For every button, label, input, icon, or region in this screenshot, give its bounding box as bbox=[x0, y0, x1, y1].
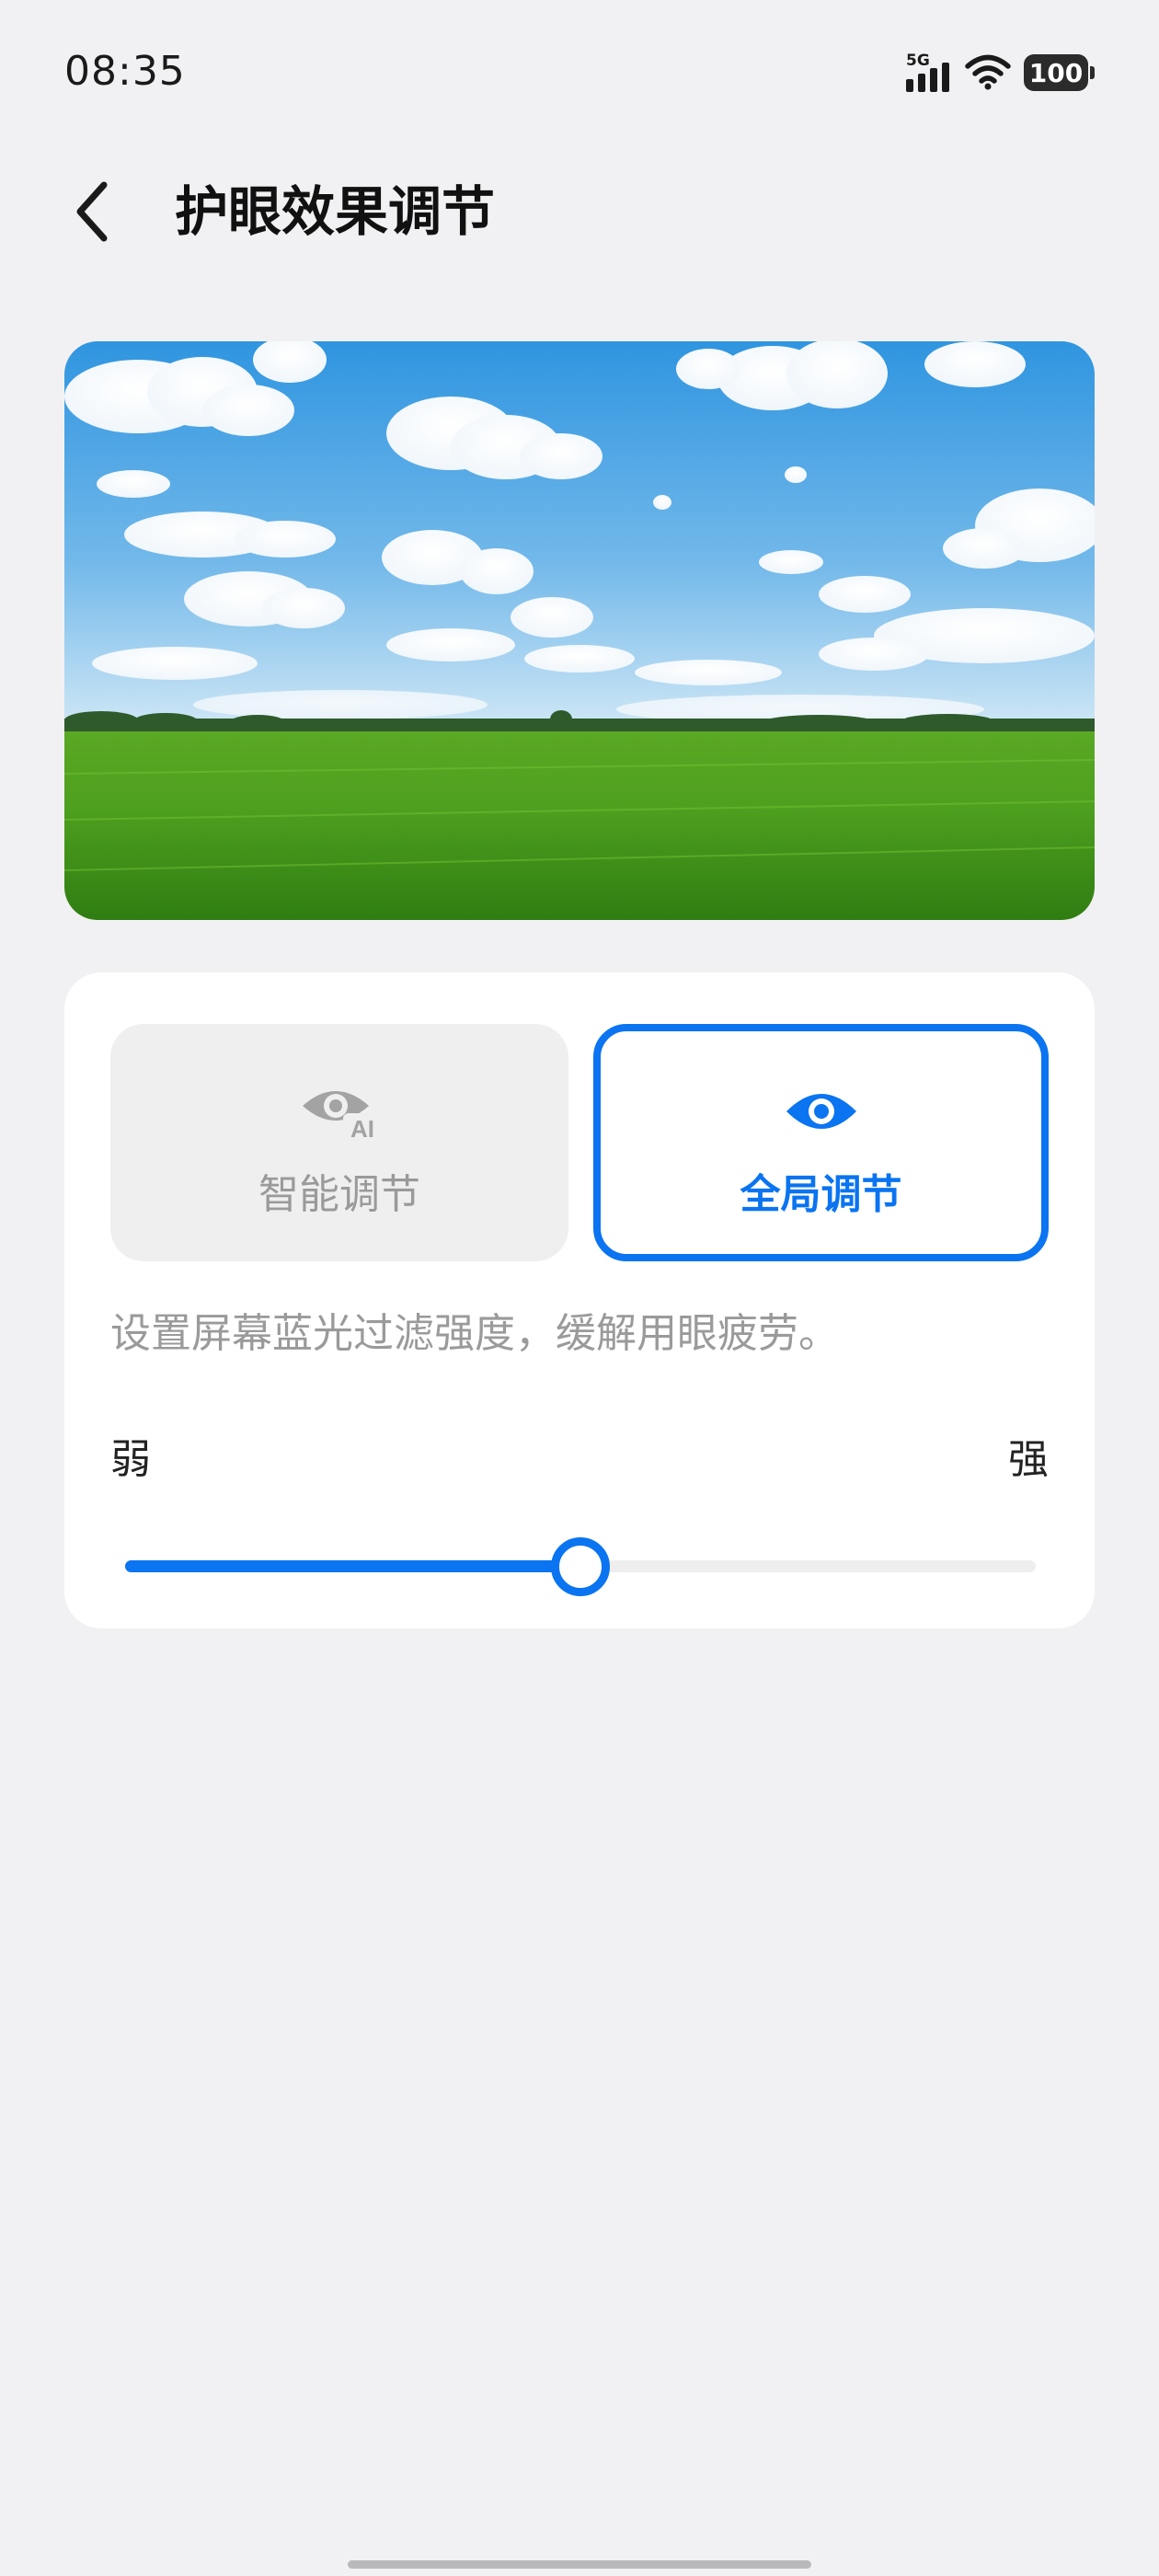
page-title: 护眼效果调节 bbox=[175, 180, 496, 243]
mode-option-smart[interactable]: AI 智能调节 bbox=[110, 1024, 568, 1261]
eye-comfort-adjust-screen: 08:35 5G 100 护眼效果调节 AI 智能调节 全局调节 设置屏幕蓝光过… bbox=[0, 0, 1159, 2576]
battery-level: 100 bbox=[1024, 54, 1088, 91]
preview-image bbox=[64, 341, 1095, 920]
eye-comfort-card: AI 智能调节 全局调节 设置屏幕蓝光过滤强度，缓解用眼疲劳。 弱 强 bbox=[64, 972, 1095, 1628]
slider-fill bbox=[125, 1560, 580, 1572]
mode-label-global: 全局调节 bbox=[740, 1171, 902, 1218]
svg-text:AI: AI bbox=[350, 1115, 374, 1141]
back-button[interactable] bbox=[55, 175, 129, 248]
eye-icon bbox=[785, 1079, 858, 1144]
signal-icon: 5G bbox=[906, 50, 952, 96]
slider-min-label: 弱 bbox=[110, 1436, 151, 1483]
status-bar: 08:35 5G 100 bbox=[0, 0, 1159, 147]
wifi-icon bbox=[965, 54, 1011, 90]
intensity-slider[interactable] bbox=[125, 1534, 1036, 1598]
slider-max-label: 强 bbox=[1008, 1436, 1049, 1483]
chevron-left-icon bbox=[76, 181, 108, 242]
eye-ai-icon: AI bbox=[301, 1079, 378, 1144]
status-icons: 5G 100 bbox=[906, 50, 1095, 96]
header: 护眼效果调节 bbox=[0, 156, 1159, 267]
slider-thumb[interactable] bbox=[551, 1537, 610, 1596]
mode-option-global[interactable]: 全局调节 bbox=[593, 1024, 1049, 1261]
description-text: 设置屏幕蓝光过滤强度，缓解用眼疲劳。 bbox=[110, 1310, 839, 1357]
battery-icon: 100 bbox=[1024, 54, 1095, 91]
status-time: 08:35 bbox=[64, 48, 186, 95]
grass-field-sky-illustration bbox=[64, 341, 1095, 920]
home-indicator[interactable] bbox=[348, 2560, 811, 2569]
mode-label-smart: 智能调节 bbox=[258, 1171, 420, 1218]
